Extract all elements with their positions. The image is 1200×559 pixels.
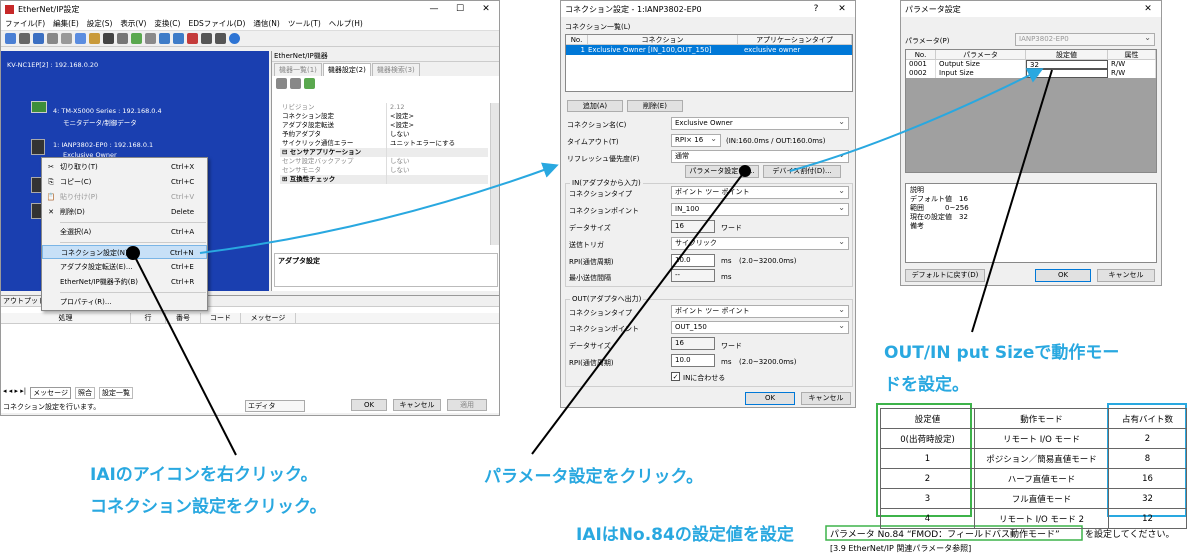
caption-size-mode-2: ドを設定。: [884, 375, 969, 395]
mode-table-cell: 16: [1108, 468, 1187, 489]
mode-table-header: 設定値 動作モード 占有バイト数: [880, 408, 1187, 429]
mode-table-cell: ハーフ直値モード: [974, 468, 1109, 489]
mode-table-row: 2 ハーフ直値モード 16: [880, 468, 1187, 489]
mode-table-cell: 2: [1108, 428, 1187, 449]
click-marker-2: [739, 165, 751, 177]
leader-1: [132, 252, 237, 456]
mode-table-cell: 1: [880, 448, 975, 469]
mode-table-cell: ポジション／簡易直値モード: [974, 448, 1109, 469]
mode-table-header-cell: 動作モード: [974, 408, 1109, 429]
caption-param-click: パラメータ設定をクリック。: [484, 467, 704, 487]
mode-table-cell: 8: [1108, 448, 1187, 469]
mode-table-cell: 2: [880, 468, 975, 489]
mode-table-cell: フル直値モード: [974, 488, 1109, 509]
mode-table-row: 1 ポジション／簡易直値モード 8: [880, 448, 1187, 469]
mode-table-header-cell: 占有バイト数: [1108, 408, 1187, 429]
mode-table-cell: 3: [880, 488, 975, 509]
mode-table-cell: 32: [1108, 488, 1187, 509]
caption-size-mode-1: OUT/IN put Sizeで動作モー: [884, 343, 1120, 363]
footer-boxed-text: パラメータ No.84 “FMOD：フィールドバス動作モード”: [830, 530, 1060, 540]
mode-table-row: 4 リモート I/O モード 2 12: [880, 508, 1187, 529]
footer-tail-text: を設定してください。: [1085, 530, 1175, 540]
caption-right-click: IAIのアイコンを右クリック。: [90, 465, 318, 485]
footer-reference: [3.9 EtherNet/IP 関連パラメータ参照]: [830, 544, 972, 553]
caption-connection-settings: コネクション設定をクリック。: [90, 497, 327, 517]
mode-table-cell: リモート I/O モード: [974, 428, 1109, 449]
mode-table-header-cell: 設定値: [880, 408, 975, 429]
arrow-to-param-dialog: [789, 68, 1044, 172]
mode-table: 設定値 動作モード 占有バイト数 0(出荷時設定) リモート I/O モード 2 1 ポジショ…: [880, 408, 1187, 529]
mode-table-cell: 0(出荷時設定): [880, 428, 975, 449]
mode-table-cell: 12: [1108, 508, 1187, 529]
mode-table-row: 0(出荷時設定) リモート I/O モード 2: [880, 428, 1187, 449]
leader-2: [531, 170, 746, 455]
footer-caption: IAIはNo.84の設定値を設定: [576, 525, 794, 545]
mode-table-cell: リモート I/O モード 2: [974, 508, 1109, 529]
arrow-to-connection-dialog: [199, 162, 559, 254]
leader-3: [971, 69, 1053, 333]
mode-table-row: 3 フル直値モード 32: [880, 488, 1187, 509]
click-marker-1: [126, 246, 140, 260]
mode-table-cell: 4: [880, 508, 975, 529]
